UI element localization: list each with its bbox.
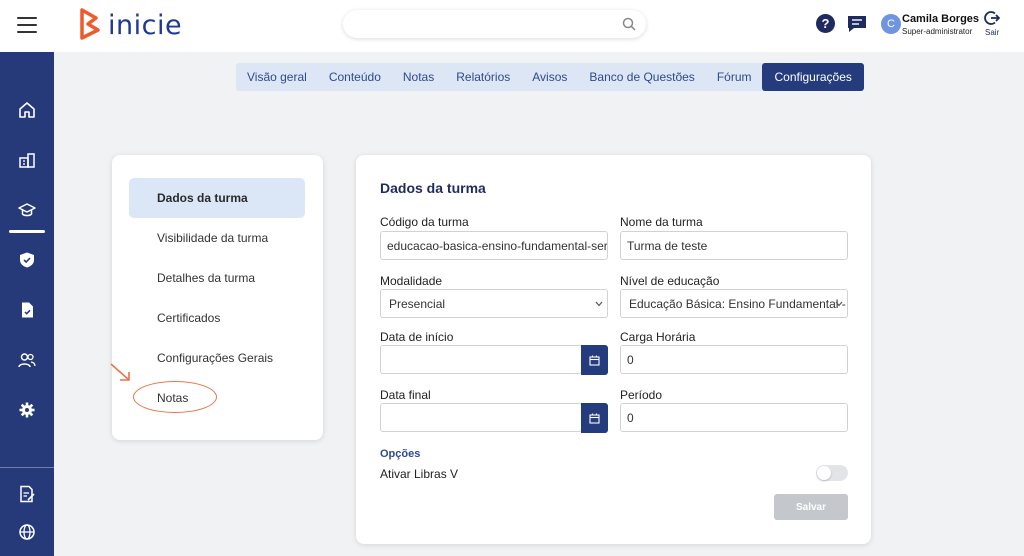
modality-label: Modalidade [380, 274, 443, 288]
logo-icon [80, 8, 100, 40]
sidebar-item-language[interactable] [0, 512, 54, 552]
sidebar-item-users[interactable] [0, 340, 54, 380]
menu-item-class-visibility[interactable]: Visibilidade da turma [129, 218, 305, 258]
sidebar-item-home[interactable] [0, 90, 54, 130]
sidebar-active-indicator [9, 230, 45, 233]
home-icon [19, 102, 35, 118]
calendar-icon [589, 355, 600, 366]
logo[interactable]: inicie [78, 7, 182, 43]
tab-overview[interactable]: Visão geral [236, 63, 318, 91]
chat-icon[interactable] [846, 14, 868, 34]
education-level-select[interactable]: Educação Básica: Ensino Fundamental - [620, 289, 848, 318]
options-section-label: Opções [380, 448, 421, 460]
building-icon [19, 153, 35, 168]
menu-item-class-details[interactable]: Detalhes da turma [129, 258, 305, 298]
graduation-cap-icon [18, 203, 36, 217]
education-level-value: Educação Básica: Ensino Fundamental - [629, 296, 846, 311]
sidebar-item-classes[interactable] [0, 190, 54, 230]
menu-item-general-settings[interactable]: Configurações Gerais [129, 338, 305, 378]
period-input[interactable]: 0 [620, 403, 848, 432]
logout-icon[interactable] [984, 10, 1000, 26]
education-level-label: Nível de educação [620, 274, 720, 288]
tab-question-bank[interactable]: Banco de Questões [578, 63, 705, 91]
start-date-label: Data de início [380, 330, 454, 344]
tab-notices[interactable]: Avisos [521, 63, 578, 91]
chevron-down-icon [595, 301, 603, 307]
logout-label[interactable]: Sair [985, 28, 999, 37]
tab-forum[interactable]: Fórum [706, 63, 763, 91]
avatar[interactable]: C [881, 14, 901, 34]
highlight-circle [133, 381, 217, 413]
sidebar-item-reports[interactable] [0, 474, 54, 514]
user-role: Super-administrator [902, 27, 973, 36]
end-date-input[interactable] [380, 403, 582, 432]
end-date-calendar-button[interactable] [581, 403, 608, 433]
menu-item-certificates[interactable]: Certificados [129, 298, 305, 338]
tab-content[interactable]: Conteúdo [318, 63, 392, 91]
search-icon[interactable] [622, 17, 636, 31]
tab-settings[interactable]: Configurações [762, 63, 864, 91]
shield-icon [20, 252, 34, 268]
course-tabs: Visão geral Conteúdo Notas Relatórios Av… [236, 63, 864, 91]
user-name[interactable]: Camila Borges [902, 13, 979, 25]
help-icon[interactable]: ? [816, 14, 835, 33]
class-name-label: Nome da turma [620, 215, 703, 229]
sidebar-item-security[interactable] [0, 240, 54, 280]
sidebar [0, 52, 54, 556]
libras-toggle[interactable] [816, 465, 848, 481]
start-date-input[interactable] [380, 345, 582, 374]
arrow-annotation-icon [110, 363, 130, 381]
libras-label: Ativar Libras V [380, 467, 459, 481]
menu-icon[interactable] [17, 17, 37, 33]
top-bar: inicie ? C Camila Borges Super-administr… [0, 0, 1024, 52]
modality-select[interactable]: Presencial [380, 289, 608, 318]
modality-value: Presencial [389, 296, 446, 311]
class-name-input[interactable]: Turma de teste [620, 231, 848, 260]
sidebar-divider [0, 467, 54, 468]
sidebar-item-settings[interactable] [0, 390, 54, 430]
form-title: Dados da turma [380, 180, 486, 196]
users-icon [18, 353, 36, 368]
file-icon [22, 302, 33, 318]
globe-icon [19, 524, 35, 540]
logo-text: inicie [108, 9, 183, 41]
start-date-calendar-button[interactable] [581, 345, 608, 375]
tab-grades[interactable]: Notas [392, 63, 445, 91]
gear-icon [19, 402, 35, 418]
class-code-input[interactable]: educacao-basica-ensino-fundamental-serie [380, 231, 608, 260]
workload-input[interactable]: 0 [620, 345, 848, 374]
search-bar[interactable] [343, 10, 646, 38]
class-code-label: Código da turma [380, 215, 469, 229]
end-date-label: Data final [380, 388, 431, 402]
sidebar-item-documents[interactable] [0, 290, 54, 330]
toggle-knob [817, 466, 831, 480]
sidebar-item-institution[interactable] [0, 140, 54, 180]
calendar-icon [589, 413, 600, 424]
save-button[interactable]: Salvar [774, 494, 848, 520]
tab-reports[interactable]: Relatórios [445, 63, 521, 91]
workload-label: Carga Horária [620, 330, 696, 344]
period-label: Período [620, 388, 663, 402]
report-icon [20, 485, 35, 503]
menu-item-class-data[interactable]: Dados da turma [129, 178, 305, 218]
chevron-down-icon [835, 301, 843, 307]
